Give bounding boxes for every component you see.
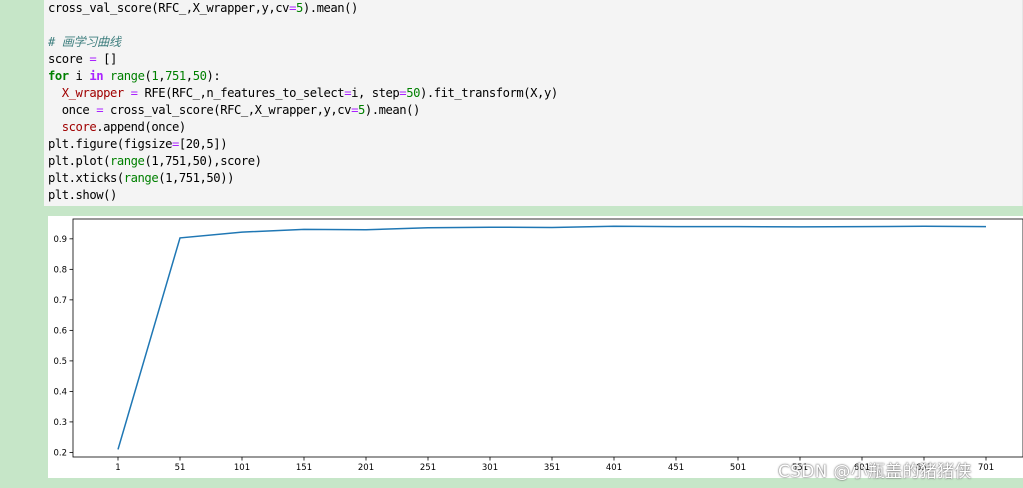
x-tick-label: 401 [606,463,622,473]
code-line: # 画学习曲线 [48,34,558,51]
code-token: range [110,69,145,83]
code-token: plt.figure(figsize [48,137,172,151]
code-token: = [289,1,296,15]
y-tick-label: 0.5 [53,357,67,367]
y-tick-label: 0.7 [53,296,67,306]
code-token: ).fit_transform(X,y) [419,86,558,100]
x-tick-label: 301 [482,463,498,473]
plot-frame [72,218,1023,458]
x-tick-label: 351 [544,463,560,473]
code-token: score [48,52,90,66]
code-token: in [89,69,104,83]
code-line: cross_val_score(RFC_,X_wrapper,y,cv=5).m… [48,0,558,17]
code-token: (1,751,50),score) [144,154,262,168]
y-tick-label: 0.4 [53,387,67,397]
x-tick-label: 201 [358,463,374,473]
code-line: score.append(once) [48,119,558,136]
learning-curve-chart: 0.20.30.40.50.60.70.80.9 1 51 101 151 201 251… [53,218,1023,473]
code-line: once = cross_val_score(RFC_,X_wrapper,y,… [48,102,558,119]
code-token: # 画学习曲线 [48,35,121,49]
code-token: cross_val_score(RFC_,X_wrapper,y,cv [103,103,352,117]
y-tick-label: 0.3 [53,418,67,428]
code-line: X_wrapper = RFE(RFC_,n_features_to_selec… [48,85,558,102]
code-token: range [110,154,145,168]
code-token: [] [96,52,117,66]
csdn-watermark: CSDN @小瓶盖的猪猪侠 [778,462,972,482]
code-token: i, step [351,86,400,100]
code-token: 50 [406,86,420,100]
y-tick-label: 0.6 [53,326,67,336]
code-token: = [351,103,358,117]
code-line: plt.plot(range(1,751,50),score) [48,153,558,170]
code-token: score [61,120,97,134]
x-tick-label: 251 [420,463,436,473]
code-token: 5 [357,103,365,117]
code-token: [20,5]) [178,137,228,151]
y-axis: 0.2 0.3 0.4 0.5 0.6 0.7 0.8 0.9 [53,235,73,458]
code-line: plt.xticks(range(1,751,50)) [48,170,558,187]
code-token: range [123,171,159,185]
code-token: ).mean() [364,103,421,117]
code-token: once [48,103,97,117]
code-line: for i in range(1,751,50): [48,68,558,85]
code-token: = [171,137,179,151]
code-token: X_wrapper [61,86,124,100]
code-token: 751 [165,69,186,83]
series-line-score [117,225,987,450]
y-tick-label: 0.9 [53,235,67,245]
code-token: RFE(RFC_,n_features_to_select [137,86,345,100]
code-token: 5 [295,1,303,15]
code-token: ): [206,69,221,83]
code-token: plt.plot( [48,154,110,168]
code-token: plt.xticks( [48,171,124,185]
code-line: plt.show() [48,187,558,204]
y-tick-label: 0.8 [53,265,67,275]
code-token: i [68,69,90,83]
code-line: score = [] [48,51,558,68]
x-tick-label: 51 [175,463,186,473]
x-tick-label: 451 [668,463,684,473]
code-line: plt.figure(figsize=[20,5]) [48,136,558,153]
code-editor[interactable]: cross_val_score(RFC_,X_wrapper,y,cv=5).m… [48,0,558,204]
code-token: (1,751,50)) [158,171,234,185]
y-tick-label: 0.2 [53,448,67,458]
code-token: .append(once) [96,120,186,134]
code-token: plt.show() [48,188,117,202]
code-token: ).mean() [302,1,359,15]
x-tick-label: 101 [234,463,250,473]
x-tick-label: 1 [115,463,120,473]
code-token: = [130,86,138,100]
x-tick-label: 701 [978,463,994,473]
code-cell[interactable]: cross_val_score(RFC_,X_wrapper,y,cv=5).m… [44,0,1023,206]
code-token: cross_val_score(RFC_,X_wrapper,y,cv [48,1,290,15]
code-token: 50 [192,69,207,83]
x-tick-label: 151 [296,463,312,473]
x-tick-label: 501 [730,463,746,473]
code-token: , [185,69,193,83]
output-cell: 0.2 0.3 0.4 0.5 0.6 0.7 0.8 0.9 1 51 101 151 201 251… [48,216,1023,478]
code-token: for [48,69,69,83]
